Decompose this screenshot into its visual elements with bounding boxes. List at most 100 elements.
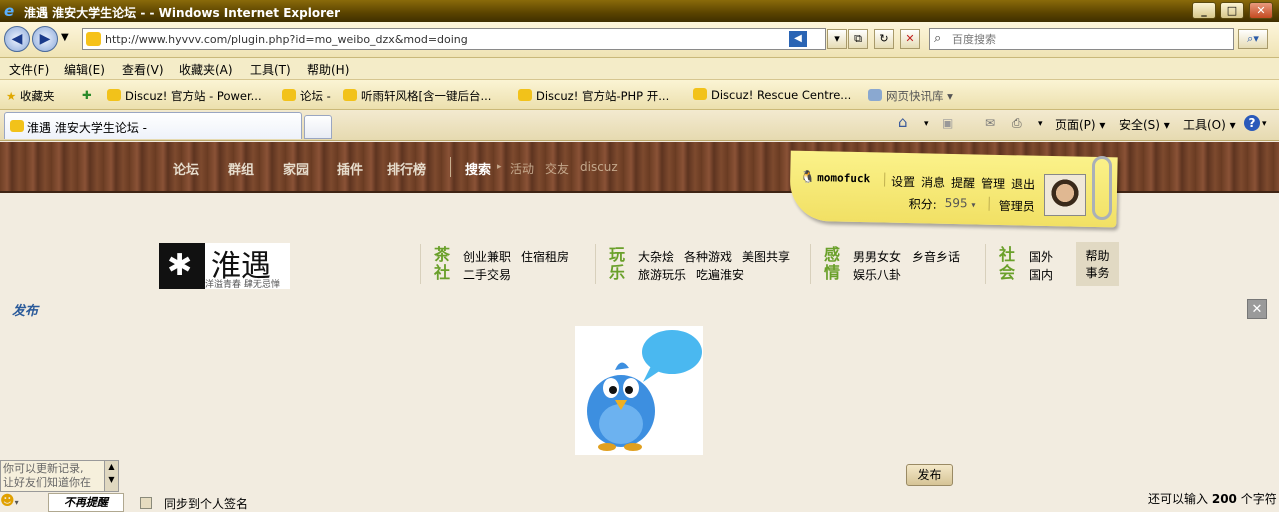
divider [595,244,596,284]
help-icon[interactable]: ? [1244,115,1260,131]
history-dropdown-icon[interactable]: ▼ [61,32,69,43]
fav-link-discuz-php[interactable]: Discuz! 官方站-PHP 开... [518,88,669,104]
scroll-up-icon[interactable]: ▲ [105,461,118,473]
nav-plugins[interactable]: 插件 [337,159,363,178]
print-dropdown-icon[interactable]: ▾ [1038,119,1043,129]
nav-groups[interactable]: 群组 [228,159,254,178]
username-link[interactable]: momofuck [817,171,870,185]
safety-menu[interactable]: 安全(S) ▾ [1119,116,1170,133]
textarea-line: 让好友们知道你在 [3,476,91,489]
link-misc[interactable]: 大杂烩 [638,248,674,265]
favicon-icon [693,88,707,100]
minimize-button[interactable]: _ [1192,2,1216,19]
site-logo[interactable]: ✱ 淮遇 洋溢青春 肆无忌惮 [159,243,290,290]
nav-home[interactable]: 家园 [283,159,309,178]
mail-icon[interactable]: ✉ [985,116,995,130]
divider [988,196,990,211]
link-abroad[interactable]: 国外 [1029,248,1053,265]
nav-search[interactable]: 搜索 [465,159,491,178]
link-jobs[interactable]: 创业兼职 [463,248,511,265]
divider [420,244,421,284]
link-photos[interactable]: 美图共享 [742,248,790,265]
nav-rankings[interactable]: 排行榜 [387,159,426,178]
status-textarea[interactable]: 你可以更新记录, 让好友们知道你在 [0,460,105,492]
avatar[interactable] [1044,174,1086,216]
menu-file[interactable]: 文件(F) [9,61,49,78]
new-tab-button[interactable] [304,115,332,139]
url-dropdown-button[interactable]: ▾ [827,29,847,49]
back-button[interactable]: ◀ [4,26,30,52]
menu-bar: 文件(F) 编辑(E) 查看(V) 收藏夹(A) 工具(T) 帮助(H) [0,58,1279,80]
tools-menu[interactable]: 工具(O) ▾ [1183,116,1236,133]
notifications-link[interactable]: 提醒 [951,174,975,191]
admin-link[interactable]: 管理 [981,175,1005,192]
stop-button[interactable]: ✕ [900,29,920,49]
home-icon[interactable]: ⌂ [898,113,908,131]
chevron-down-icon: ▾ [971,200,976,210]
link-housing[interactable]: 住宿租房 [521,248,569,265]
page-menu[interactable]: 页面(P) ▾ [1055,116,1105,133]
category-title-char: 玩 [609,245,626,264]
close-window-button[interactable]: ✕ [1249,2,1273,19]
search-input[interactable] [952,31,1222,47]
settings-link[interactable]: 设置 [891,173,915,190]
no-remind-button[interactable]: 不再提醒 [48,493,124,512]
textarea-scrollbar[interactable]: ▲ ▼ [104,460,119,492]
feeds-icon[interactable]: ▣ [942,116,953,130]
chevron-down-icon: ▾ [14,498,19,507]
bird-mascot-image [575,326,703,455]
compat-view-icon[interactable]: ◀ [789,31,807,47]
fav-link-rescue[interactable]: Discuz! Rescue Centre... [693,88,851,102]
menu-help[interactable]: 帮助(H) [307,61,349,78]
messages-link[interactable]: 消息 [921,173,945,190]
link-dialect[interactable]: 乡音乡话 [912,248,960,265]
emoji-picker[interactable]: ☻▾ [0,493,24,512]
home-dropdown-icon[interactable]: ▾ [924,119,929,129]
nav-dating[interactable]: 交友 [545,160,569,177]
search-box[interactable]: ⌕ [929,28,1234,50]
menu-edit[interactable]: 编辑(E) [64,61,105,78]
tab-active[interactable]: 淮遇 淮安大学生论坛 - [4,112,302,139]
favicon-icon [343,89,357,101]
favicon-icon [107,89,121,101]
forward-button[interactable]: ▶ [32,26,58,52]
web-slice-gallery[interactable]: 网页快讯库 ▾ [868,88,953,104]
publish-button[interactable]: 发布 [906,464,953,486]
favorites-button[interactable]: ★ 收藏夹 [6,88,54,104]
divider [810,244,811,284]
maximize-button[interactable]: □ [1220,2,1244,19]
points-value[interactable]: 595 ▾ [945,196,976,211]
link-domestic[interactable]: 国内 [1029,266,1053,283]
sync-signature-checkbox[interactable] [140,497,152,509]
link-gossip[interactable]: 娱乐八卦 [853,266,901,283]
search-go-button[interactable]: ⌕▾ [1238,29,1268,49]
close-icon[interactable]: ✕ [1247,299,1267,319]
link-games[interactable]: 各种游戏 [684,248,732,265]
help-dropdown-icon[interactable]: ▾ [1262,119,1267,129]
link-secondhand[interactable]: 二手交易 [463,266,511,283]
fav-link-tingyuxuan[interactable]: 听雨轩风格[含一键后台... [343,88,491,104]
help-affairs-link[interactable]: 帮助 事务 [1076,242,1119,286]
menu-view[interactable]: 查看(V) [122,61,164,78]
logout-link[interactable]: 退出 [1011,175,1035,192]
menu-tools[interactable]: 工具(T) [250,61,291,78]
menu-favorites[interactable]: 收藏夹(A) [179,61,233,78]
nav-discuz[interactable]: discuz [580,160,618,174]
scroll-down-icon[interactable]: ▼ [105,473,118,487]
page-content: 论坛 群组 家园 插件 排行榜 搜索 ▸ 活动 交友 discuz 🐧 momo… [0,142,1279,512]
nav-forum[interactable]: 论坛 [173,159,199,178]
print-icon[interactable]: ⎙ [1012,116,1022,131]
role-link[interactable]: 管理员 [998,197,1035,215]
link-travel[interactable]: 旅游玩乐 [638,266,686,283]
link-dating[interactable]: 男男女女 [853,248,901,265]
window-titlebar: e 淮遇 淮安大学生论坛 - - Windows Internet Explor… [0,0,1279,22]
fav-link-forum[interactable]: 论坛 - [282,88,331,104]
add-favorite-icon[interactable]: ✚ [82,88,92,102]
link-food[interactable]: 吃遍淮安 [696,266,744,283]
star-icon: ★ [6,89,17,103]
refresh-button[interactable]: ↻ [874,29,894,49]
fav-link-discuz-power[interactable]: Discuz! 官方站 - Power... [107,88,262,104]
nav-activity[interactable]: 活动 [510,160,534,177]
compatibility-button[interactable]: ⧉ [848,29,868,49]
url-input[interactable]: http://www.hyvvv.com/plugin.php?id=mo_we… [82,28,826,50]
